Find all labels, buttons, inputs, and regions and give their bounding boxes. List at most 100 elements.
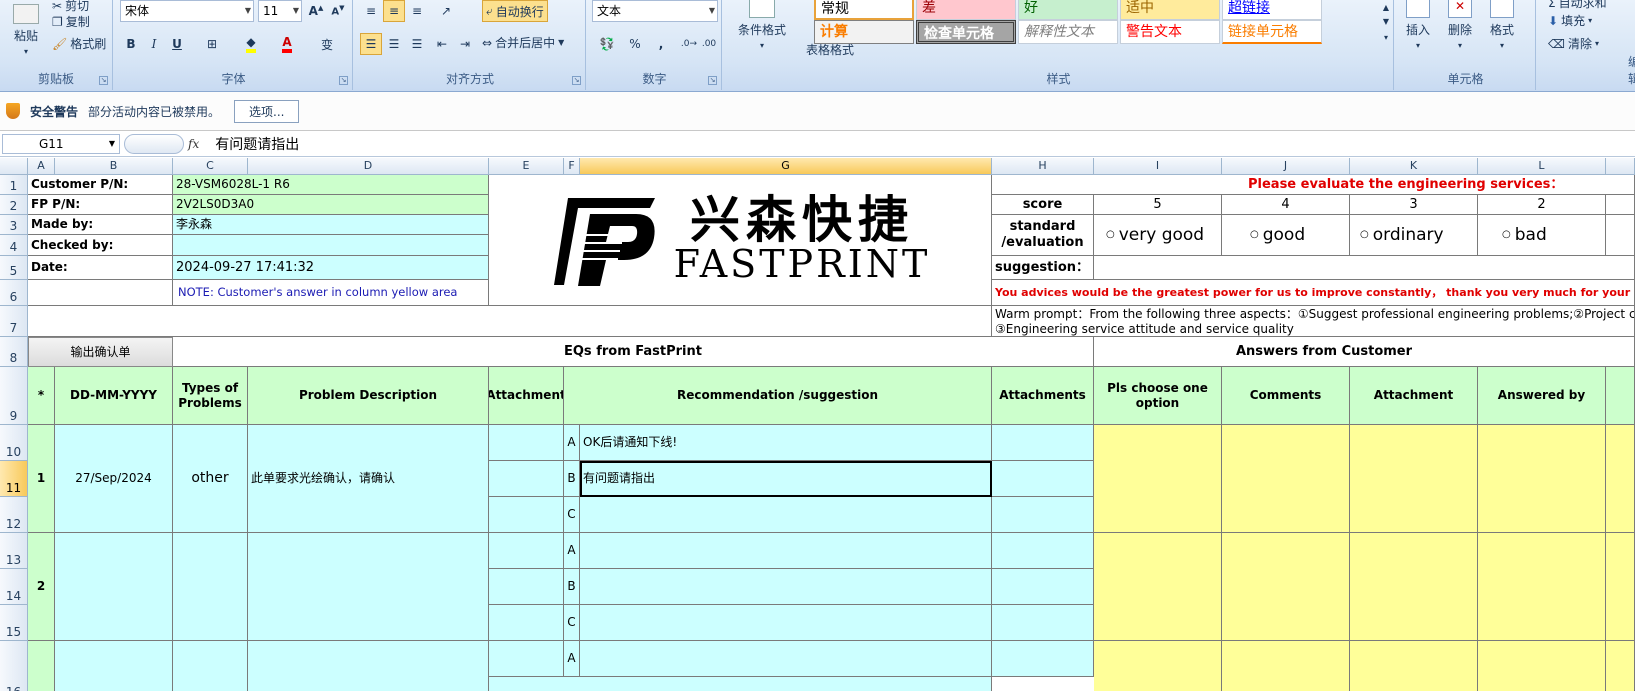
grow-font-icon[interactable]: A▲ bbox=[305, 0, 327, 22]
column-header-c[interactable]: C bbox=[173, 158, 248, 175]
q3-description[interactable] bbox=[248, 641, 489, 691]
row-header-2[interactable]: 2 bbox=[0, 195, 28, 215]
name-box[interactable]: G11 ▼ bbox=[2, 133, 120, 154]
made-by-value[interactable]: 李永森 bbox=[173, 215, 489, 235]
warm-prompt[interactable]: Warm prompt：From the following three asp… bbox=[992, 306, 1635, 337]
q2-option-b-label[interactable]: B bbox=[564, 569, 580, 605]
header-problem[interactable]: Problem Description bbox=[248, 367, 489, 425]
standard-evaluation-label[interactable]: standard/evaluation bbox=[992, 215, 1094, 256]
q2-customer-attachment[interactable] bbox=[1350, 533, 1478, 641]
font-name-combo[interactable]: 宋体 ▼ bbox=[120, 0, 254, 22]
q1-option-a-label[interactable]: A bbox=[564, 425, 580, 461]
q1-answered-by[interactable] bbox=[1478, 425, 1606, 533]
style-cell-5[interactable]: 计算 bbox=[814, 20, 914, 44]
phonetic-button[interactable]: 变 bbox=[313, 33, 341, 55]
gallery-up-icon[interactable]: ▲ bbox=[1379, 0, 1393, 14]
q2-choose-option[interactable] bbox=[1094, 533, 1222, 641]
row-header-13[interactable]: 13 bbox=[0, 533, 28, 569]
empty-cell[interactable] bbox=[1606, 195, 1635, 215]
row-header-14[interactable]: 14 bbox=[0, 569, 28, 605]
delete-button[interactable]: ✕ 删除 ▾ bbox=[1448, 0, 1472, 50]
formula-content[interactable]: 有问题请指出 bbox=[215, 134, 299, 154]
border-icon[interactable]: ⊞ bbox=[201, 33, 223, 55]
number-expand-icon[interactable]: ↘ bbox=[708, 76, 717, 85]
decrease-decimal-icon[interactable]: .00 bbox=[698, 33, 720, 55]
advice-line[interactable]: You advices would be the greatest power … bbox=[992, 280, 1635, 306]
q2-attachment-b[interactable] bbox=[489, 569, 564, 605]
font-color-icon[interactable]: A bbox=[276, 33, 298, 55]
empty-cell[interactable] bbox=[1606, 215, 1635, 256]
style-cell-7[interactable]: 解释性文本 bbox=[1018, 20, 1118, 44]
column-header-a[interactable]: A bbox=[28, 158, 55, 175]
comma-button[interactable]: , bbox=[650, 33, 672, 55]
q1-customer-attachment[interactable] bbox=[1350, 425, 1478, 533]
note-text[interactable]: NOTE: Customer's answer in column yellow… bbox=[173, 280, 489, 306]
q3-attachment-a[interactable] bbox=[489, 641, 564, 677]
suggestion-value[interactable] bbox=[1094, 256, 1635, 280]
row-header-6[interactable]: 6 bbox=[0, 280, 28, 306]
empty-cell[interactable] bbox=[1606, 425, 1635, 533]
font-size-combo[interactable]: 11 ▼ bbox=[258, 0, 302, 22]
header-attachment[interactable]: Attachment bbox=[489, 367, 564, 425]
font-expand-icon[interactable]: ↘ bbox=[339, 76, 348, 85]
row-header-16[interactable]: 16 bbox=[0, 641, 28, 691]
q2-option-c-label[interactable]: C bbox=[564, 605, 580, 641]
q2-description[interactable] bbox=[248, 533, 489, 641]
q3-answered-by[interactable] bbox=[1478, 641, 1606, 691]
q2-option-b-text[interactable] bbox=[580, 569, 992, 605]
eval-bad[interactable]: ○ bad bbox=[1478, 215, 1606, 256]
q1-type[interactable]: other bbox=[173, 425, 248, 533]
italic-button[interactable]: I bbox=[143, 33, 165, 55]
q3-number[interactable] bbox=[28, 641, 55, 691]
fp-pn-label[interactable]: FP P/N: bbox=[28, 195, 173, 215]
radio-icon[interactable]: ○ bbox=[1360, 229, 1369, 241]
empty-cell[interactable] bbox=[28, 280, 173, 306]
score-5[interactable]: 5 bbox=[1094, 195, 1222, 215]
q2-type[interactable] bbox=[173, 533, 248, 641]
wrap-text-button[interactable]: ⤶ 自动换行 bbox=[482, 0, 548, 22]
answers-header[interactable]: Answers from Customer bbox=[1094, 337, 1635, 367]
q3-customer-attachment[interactable] bbox=[1350, 641, 1478, 691]
style-cell-0[interactable]: 常规 bbox=[814, 0, 914, 20]
row-header-8[interactable]: 8 bbox=[0, 337, 28, 367]
clear-button[interactable]: ⌫ 清除 ▾ bbox=[1548, 35, 1599, 52]
q2-attachments-b[interactable] bbox=[992, 569, 1094, 605]
score-4[interactable]: 4 bbox=[1222, 195, 1350, 215]
customer-pn-value[interactable]: 28-VSM6028L-1 R6 bbox=[173, 175, 489, 195]
column-header-f[interactable]: F bbox=[564, 158, 580, 175]
style-cell-9[interactable]: 链接单元格 bbox=[1222, 20, 1322, 44]
number-format-combo[interactable]: 文本 ▼ bbox=[592, 0, 718, 22]
eval-good[interactable]: ○ good bbox=[1222, 215, 1350, 256]
column-header-l[interactable]: L bbox=[1478, 158, 1606, 175]
increase-decimal-icon[interactable]: .0→ bbox=[678, 33, 700, 55]
merge-center-button[interactable]: ⇔ 合并后居中 ▼ bbox=[482, 34, 564, 51]
radio-icon[interactable]: ○ bbox=[1502, 229, 1511, 241]
q2-comments[interactable] bbox=[1222, 533, 1350, 641]
bold-button[interactable]: B bbox=[120, 33, 142, 55]
style-cell-6[interactable]: 检查单元格 bbox=[916, 20, 1016, 44]
checked-by-label[interactable]: Checked by: bbox=[28, 235, 173, 256]
style-cell-3[interactable]: 适中 bbox=[1120, 0, 1220, 20]
q1-attachment-c[interactable] bbox=[489, 497, 564, 533]
insert-button[interactable]: 插入 ▾ bbox=[1406, 0, 1430, 50]
header-answered-by[interactable]: Answered by bbox=[1478, 367, 1606, 425]
row-header-1[interactable]: 1 bbox=[0, 175, 28, 195]
header-attachments[interactable]: Attachments bbox=[992, 367, 1094, 425]
date-value[interactable]: 2024-09-27 17:41:32 bbox=[173, 256, 489, 280]
column-header-g[interactable]: G bbox=[580, 158, 992, 175]
score-label[interactable]: score bbox=[992, 195, 1094, 215]
empty-cell[interactable] bbox=[1606, 533, 1635, 641]
radio-icon[interactable]: ○ bbox=[1106, 229, 1115, 241]
q1-option-b-label[interactable]: B bbox=[564, 461, 580, 497]
orientation-icon[interactable]: ↗ bbox=[435, 0, 457, 22]
fill-color-icon[interactable]: ◆ bbox=[240, 33, 262, 55]
row-header-9[interactable]: 9 bbox=[0, 367, 28, 425]
fill-button[interactable]: ⬇ 填充 ▾ bbox=[1548, 12, 1592, 29]
q1-option-a-text[interactable]: OK后请通知下线! bbox=[580, 425, 992, 461]
score-3[interactable]: 3 bbox=[1350, 195, 1478, 215]
empty-cell[interactable] bbox=[28, 306, 992, 337]
style-cell-1[interactable]: 差 bbox=[916, 0, 1016, 20]
made-by-label[interactable]: Made by: bbox=[28, 215, 173, 235]
shrink-font-icon[interactable]: A▼ bbox=[327, 0, 349, 22]
column-header-m[interactable] bbox=[1606, 158, 1635, 175]
